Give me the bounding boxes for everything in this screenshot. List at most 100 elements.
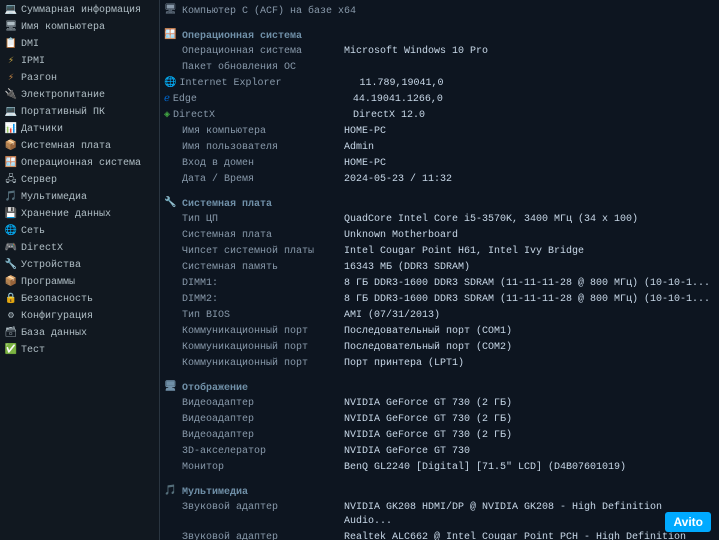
sidebar-label-sensors: Датчики — [21, 122, 63, 137]
sidebar-label-power: Электропитание — [21, 88, 105, 103]
label-computer-name-row: Имя компьютера — [164, 125, 344, 139]
sidebar-item-config[interactable]: ⚙ Конфигурация — [0, 308, 159, 325]
server-icon: 🖧 — [4, 174, 18, 188]
sidebar-item-computer-name[interactable]: 🖥 Имя компьютера — [0, 19, 159, 36]
value-cpu-type: QuadCore Intel Core i5-3570K, 3400 МГц (… — [344, 213, 715, 227]
sidebar-label-computer-name: Имя компьютера — [21, 20, 105, 35]
value-os: Microsoft Windows 10 Pro — [344, 45, 715, 59]
label-mb: Системная плата — [164, 229, 344, 243]
label-audio2: Звуковой адаптер — [164, 531, 344, 540]
ie-icon: 🌐 — [164, 77, 176, 91]
computer-icon: 🖥 — [4, 21, 18, 35]
content-area: 🖥 Компьютер C (ACF) на базе x64 🪟 Операц… — [160, 0, 719, 540]
sidebar-label-laptop: Портативный ПК — [21, 105, 105, 120]
value-com2: Последовательный порт (COM2) — [344, 341, 715, 355]
directx-icon: 🎮 — [4, 242, 18, 256]
sidebar-item-storage[interactable]: 💾 Хранение данных — [0, 206, 159, 223]
sidebar-label-directx: DirectX — [21, 241, 63, 256]
sidebar-item-sensors[interactable]: 📊 Датчики — [0, 121, 159, 138]
row-service-pack: Пакет обновления ОС — [164, 60, 715, 76]
value-directx-row: DirectX 12.0 — [353, 109, 715, 123]
programs-icon: 📦 — [4, 276, 18, 290]
row-os: Операционная система Microsoft Windows 1… — [164, 44, 715, 60]
label-dimm1: DIMM1: — [164, 277, 344, 291]
row-computer-name: Имя компьютера HOME-PC — [164, 124, 715, 140]
label-dimm2: DIMM2: — [164, 293, 344, 307]
value-3d: NVIDIA GeForce GT 730 — [344, 445, 715, 459]
row-domain: Вход в домен HOME-PC — [164, 156, 715, 172]
sidebar-item-power[interactable]: 🔌 Электропитание — [0, 87, 159, 104]
sidebar-item-os[interactable]: 🪟 Операционная система — [0, 155, 159, 172]
sidebar-item-laptop[interactable]: 💻 Портативный ПК — [0, 104, 159, 121]
sidebar-label-server: Сервер — [21, 173, 57, 188]
sidebar-item-dmi[interactable]: 📋 DMI — [0, 36, 159, 53]
database-icon: 🗃 — [4, 327, 18, 341]
sidebar-label-config: Конфигурация — [21, 309, 93, 324]
section-display: 🖥 Отображение — [164, 378, 715, 396]
sidebar-label-dmi: DMI — [21, 37, 39, 52]
value-bios: AMI (07/31/2013) — [344, 309, 715, 323]
row-gpu3: Видеоадаптер NVIDIA GeForce GT 730 (2 ГБ… — [164, 428, 715, 444]
multimedia-icon: 🎵 — [4, 191, 18, 205]
value-com1: Последовательный порт (COM1) — [344, 325, 715, 339]
sidebar-label-multimedia: Мультимедиа — [21, 190, 87, 205]
value-audio1: NVIDIA GK208 HDMI/DP @ NVIDIA GK208 - Hi… — [344, 501, 715, 529]
test-icon: ✅ — [4, 344, 18, 358]
label-cpu-type: Тип ЦП — [164, 213, 344, 227]
row-bios: Тип BIOS AMI (07/31/2013) — [164, 308, 715, 324]
value-edge: 44.19041.1266,0 — [353, 93, 715, 107]
row-monitor: Монитор BenQ GL2240 [Digital] [71.5" LCD… — [164, 460, 715, 476]
sidebar-item-ipmi[interactable]: ⚡ IPMI — [0, 53, 159, 70]
sidebar-item-test[interactable]: ✅ Тест — [0, 342, 159, 359]
section-mb-icon: 🔧 — [164, 197, 178, 211]
label-lpt1: Коммуникационный порт — [164, 357, 344, 371]
sidebar-item-motherboard[interactable]: 📦 Системная плата — [0, 138, 159, 155]
overclock-icon: ⚡ — [4, 72, 18, 86]
section-display-title: Отображение — [182, 383, 248, 394]
content-header-title: Компьютер C (ACF) на базе x64 — [182, 6, 356, 17]
label-monitor: Монитор — [164, 461, 344, 475]
sidebar-item-devices[interactable]: 🔧 Устройства — [0, 257, 159, 274]
label-com1: Коммуникационный порт — [164, 325, 344, 339]
section-multimedia-icon: 🎵 — [164, 485, 178, 499]
sidebar-item-server[interactable]: 🖧 Сервер — [0, 172, 159, 189]
label-os: Операционная система — [164, 45, 344, 59]
label-gpu2: Видеоадаптер — [164, 413, 344, 427]
row-datetime: Дата / Время 2024-05-23 / 11:32 — [164, 172, 715, 188]
label-3d: 3D-акселератор — [164, 445, 344, 459]
section-os: 🪟 Операционная система — [164, 26, 715, 44]
row-gpu1: Видеоадаптер NVIDIA GeForce GT 730 (2 ГБ… — [164, 396, 715, 412]
label-gpu3: Видеоадаптер — [164, 429, 344, 443]
sidebar-item-directx[interactable]: 🎮 DirectX — [0, 240, 159, 257]
value-datetime: 2024-05-23 / 11:32 — [344, 173, 715, 187]
row-dimm2: DIMM2: 8 ГБ DDR3-1600 DDR3 SDRAM (11-11-… — [164, 292, 715, 308]
value-username: Admin — [344, 141, 715, 155]
label-edge: Edge — [173, 93, 353, 107]
label-ram: Системная память — [164, 261, 344, 275]
row-audio2: Звуковой адаптер Realtek ALC662 @ Intel … — [164, 530, 715, 540]
sidebar-item-security[interactable]: 🔒 Безопасность — [0, 291, 159, 308]
sidebar-item-network[interactable]: 🌐 Сеть — [0, 223, 159, 240]
sidebar-label-ipmi: IPMI — [21, 54, 45, 69]
row-username: Имя пользователя Admin — [164, 140, 715, 156]
main-content: 💻 Суммарная информация 🖥 Имя компьютера … — [0, 0, 719, 540]
value-ie: 11.789,19041,0 — [359, 77, 715, 91]
motherboard-icon: 📦 — [4, 140, 18, 154]
label-gpu1: Видеоадаптер — [164, 397, 344, 411]
sidebar-item-programs[interactable]: 📦 Программы — [0, 274, 159, 291]
sidebar-label-security: Безопасность — [21, 292, 93, 307]
power-icon: 🔌 — [4, 89, 18, 103]
row-com2: Коммуникационный порт Последовательный п… — [164, 340, 715, 356]
row-dimm1: DIMM1: 8 ГБ DDR3-1600 DDR3 SDRAM (11-11-… — [164, 276, 715, 292]
row-lpt1: Коммуникационный порт Порт принтера (LPT… — [164, 356, 715, 372]
value-monitor: BenQ GL2240 [Digital] [71.5" LCD] (D4B07… — [344, 461, 715, 475]
sidebar-item-database[interactable]: 🗃 База данных — [0, 325, 159, 342]
label-com2: Коммуникационный порт — [164, 341, 344, 355]
sidebar-item-summary[interactable]: 💻 Суммарная информация — [0, 2, 159, 19]
header-icon: 🖥 — [164, 4, 178, 18]
sidebar[interactable]: 💻 Суммарная информация 🖥 Имя компьютера … — [0, 0, 160, 540]
sidebar-item-multimedia[interactable]: 🎵 Мультимедиа — [0, 189, 159, 206]
row-mb: Системная плата Unknown Motherboard — [164, 228, 715, 244]
sidebar-item-overclock[interactable]: ⚡ Разгон — [0, 70, 159, 87]
label-domain: Вход в домен — [164, 157, 344, 171]
